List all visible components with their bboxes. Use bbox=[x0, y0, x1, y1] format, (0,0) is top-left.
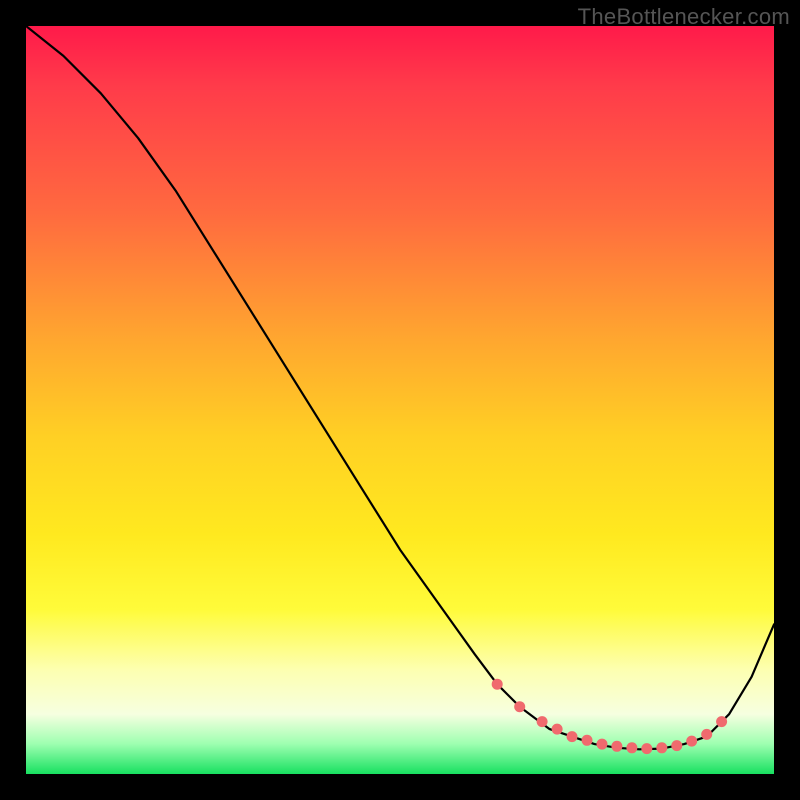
watermark-text: TheBottlenecker.com bbox=[578, 4, 790, 30]
marker-dot bbox=[641, 743, 652, 754]
marker-dot bbox=[582, 735, 593, 746]
marker-dot bbox=[686, 736, 697, 747]
marker-dot bbox=[567, 731, 578, 742]
marker-dot bbox=[552, 724, 563, 735]
marker-dot bbox=[537, 716, 548, 727]
marker-dot bbox=[597, 739, 608, 750]
marker-dot bbox=[671, 740, 682, 751]
marker-dot bbox=[656, 742, 667, 753]
marker-dot bbox=[626, 742, 637, 753]
chart-area bbox=[26, 26, 774, 774]
marker-dot bbox=[514, 701, 525, 712]
chart-svg bbox=[26, 26, 774, 774]
marker-dot bbox=[611, 741, 622, 752]
marker-dot bbox=[716, 716, 727, 727]
marker-dot bbox=[701, 729, 712, 740]
curve-line bbox=[26, 26, 774, 749]
marker-dots bbox=[492, 679, 727, 754]
marker-dot bbox=[492, 679, 503, 690]
